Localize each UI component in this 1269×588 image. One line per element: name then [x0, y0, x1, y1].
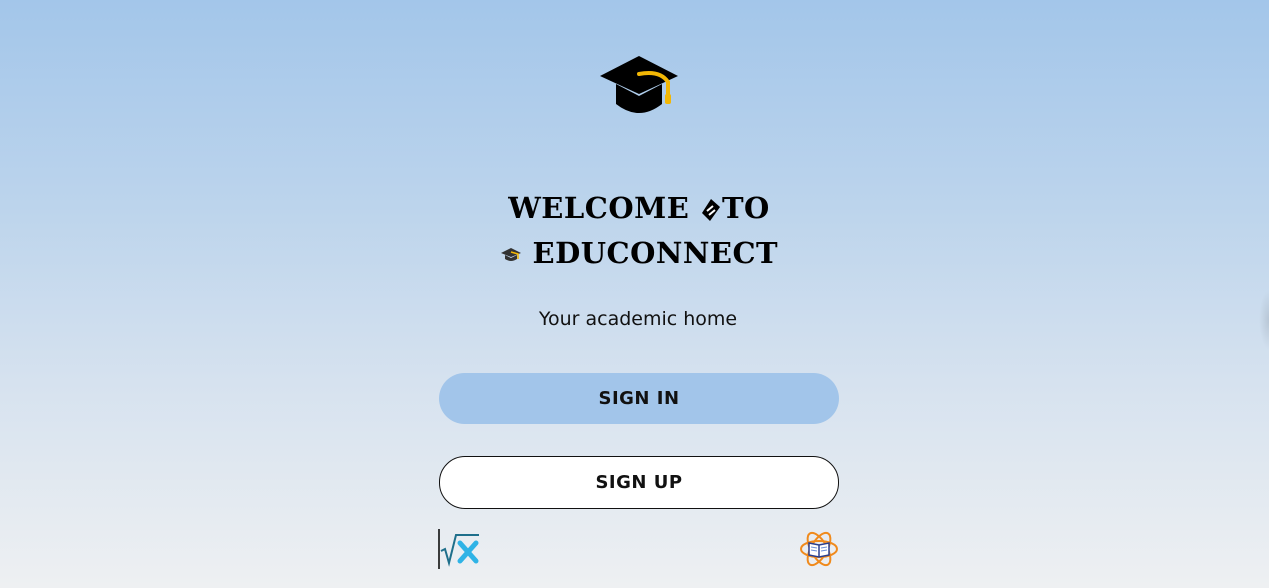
- sign-in-button[interactable]: SIGN IN: [439, 373, 839, 424]
- sign-up-label: SIGN UP: [595, 472, 683, 493]
- title-to-text: TO: [721, 191, 770, 225]
- sign-up-button[interactable]: SIGN UP: [439, 456, 839, 509]
- page-title: WELCOME TO EDUCONNECT: [434, 186, 844, 276]
- title-welcome-text: WELCOME: [508, 191, 690, 225]
- subtitle: Your academic home: [538, 308, 738, 330]
- atom-book-icon: [800, 531, 838, 567]
- edge-shadow: [1259, 290, 1269, 350]
- sign-in-label: SIGN IN: [598, 388, 680, 409]
- graduation-cap-icon: [600, 56, 678, 113]
- graduation-cap-icon: [500, 248, 521, 261]
- square-root-x-icon: [438, 529, 479, 569]
- diploma-icon: [701, 199, 720, 221]
- title-educonnect-text: EDUCONNECT: [532, 236, 779, 270]
- title-line-2: EDUCONNECT: [434, 231, 844, 276]
- title-line-1: WELCOME TO: [434, 186, 844, 231]
